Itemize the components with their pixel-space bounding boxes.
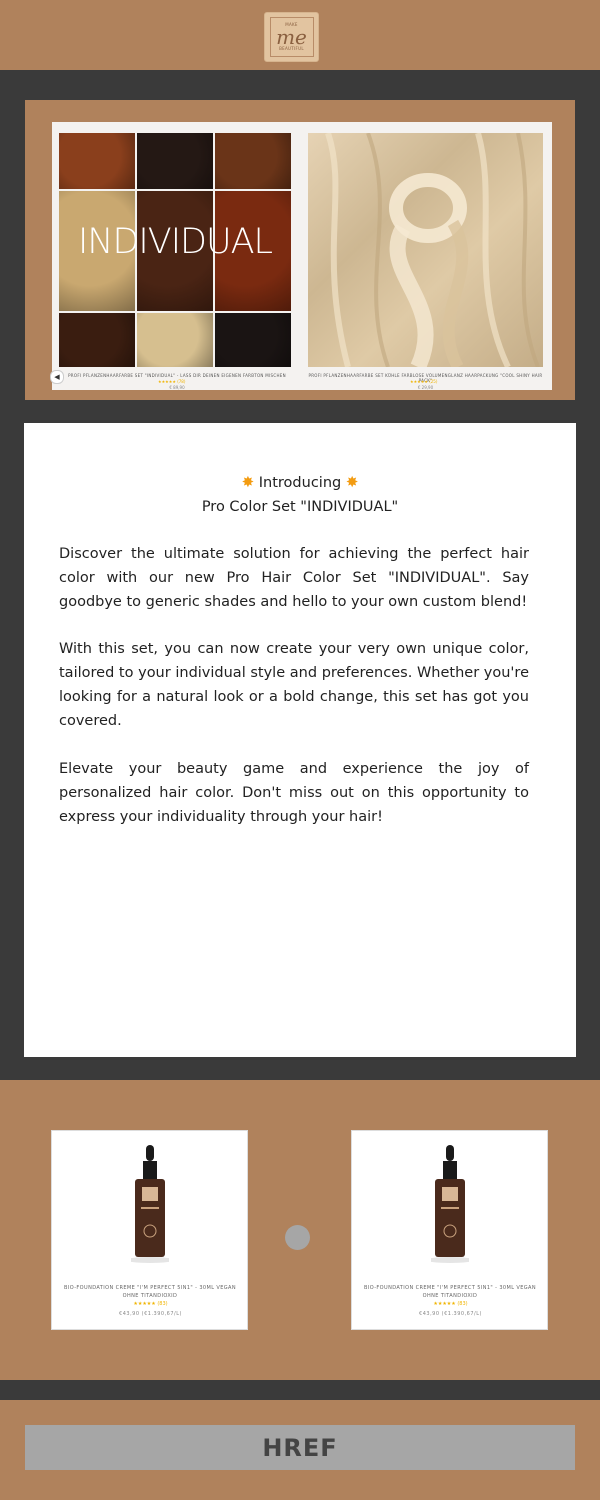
product-name[interactable]: BIO-FOUNDATION CREME "I'M PERFECT 5IN1" … <box>358 1284 542 1300</box>
serum-bottle-image <box>131 1145 169 1263</box>
hair-swatch-1 <box>59 133 135 189</box>
product-card-2[interactable]: BIO-FOUNDATION CREME "I'M PERFECT 5IN1" … <box>351 1130 548 1330</box>
serum-bottle-image <box>431 1145 469 1263</box>
product-price: €43,90 (€1.390,67/L) <box>119 1311 182 1317</box>
blonde-hair-texture <box>325 133 540 367</box>
individual-overlay-text: INDIVIDUAL <box>77 222 273 262</box>
hero-item-rating-1: ★★★★★ (78) <box>158 379 186 384</box>
sun-icon: ✸ <box>345 473 359 491</box>
hair-swatch-9 <box>215 313 291 367</box>
product-card-1[interactable]: BIO-FOUNDATION CREME "I'M PERFECT 5IN1" … <box>51 1130 248 1330</box>
logo-bottom-text: BEAUTIFUL <box>279 46 304 51</box>
product-rating: ★★★★★ (83) <box>133 1301 168 1307</box>
intro-paragraph-1: Discover the ultimate solution for achie… <box>59 546 529 610</box>
hair-swatch-3 <box>215 133 291 189</box>
intro-paragraph-3: Elevate your beauty game and experience … <box>59 761 529 825</box>
product-price: €43,90 (€1.390,67/L) <box>419 1311 482 1317</box>
intro-introducing: Introducing <box>258 475 342 491</box>
product-rating: ★★★★★ (83) <box>433 1301 468 1307</box>
intro-heading: ✸ Introducing ✸ Pro Color Set "INDIVIDUA… <box>24 470 576 519</box>
intro-product-title: Pro Color Set "INDIVIDUAL" <box>201 499 399 515</box>
brand-logo[interactable]: MAKE me BEAUTIFUL <box>264 12 319 62</box>
hair-swatch-7 <box>59 313 135 367</box>
logo-frame: MAKE me BEAUTIFUL <box>269 17 314 57</box>
logo-me-text: me <box>276 25 307 49</box>
intro-line-1: ✸ Introducing ✸ <box>24 470 576 495</box>
hair-swatch-2 <box>137 133 213 189</box>
intro-paragraph-2: With this set, you can now create your v… <box>59 641 529 729</box>
hero-item-rating-2: ★★★★★ (25) <box>410 379 438 384</box>
hair-swatch-8 <box>137 313 213 367</box>
hero-item-price-2: € 29,90 <box>417 385 434 390</box>
hero-item-caption-1[interactable]: PROFI PFLANZENHAARFARBE SET "INDIVIDUAL"… <box>62 373 292 378</box>
blonde-hair-image[interactable] <box>308 133 543 367</box>
sun-icon: ✸ <box>241 473 255 491</box>
carousel-pager-dot[interactable] <box>285 1225 310 1250</box>
section-divider <box>0 1380 600 1400</box>
href-button[interactable]: HREF <box>25 1425 575 1470</box>
hero-item-price-1: € 89,90 <box>169 385 185 390</box>
product-name[interactable]: BIO-FOUNDATION CREME "I'M PERFECT 5IN1" … <box>58 1284 242 1300</box>
top-bar: MAKE me BEAUTIFUL <box>0 0 600 70</box>
